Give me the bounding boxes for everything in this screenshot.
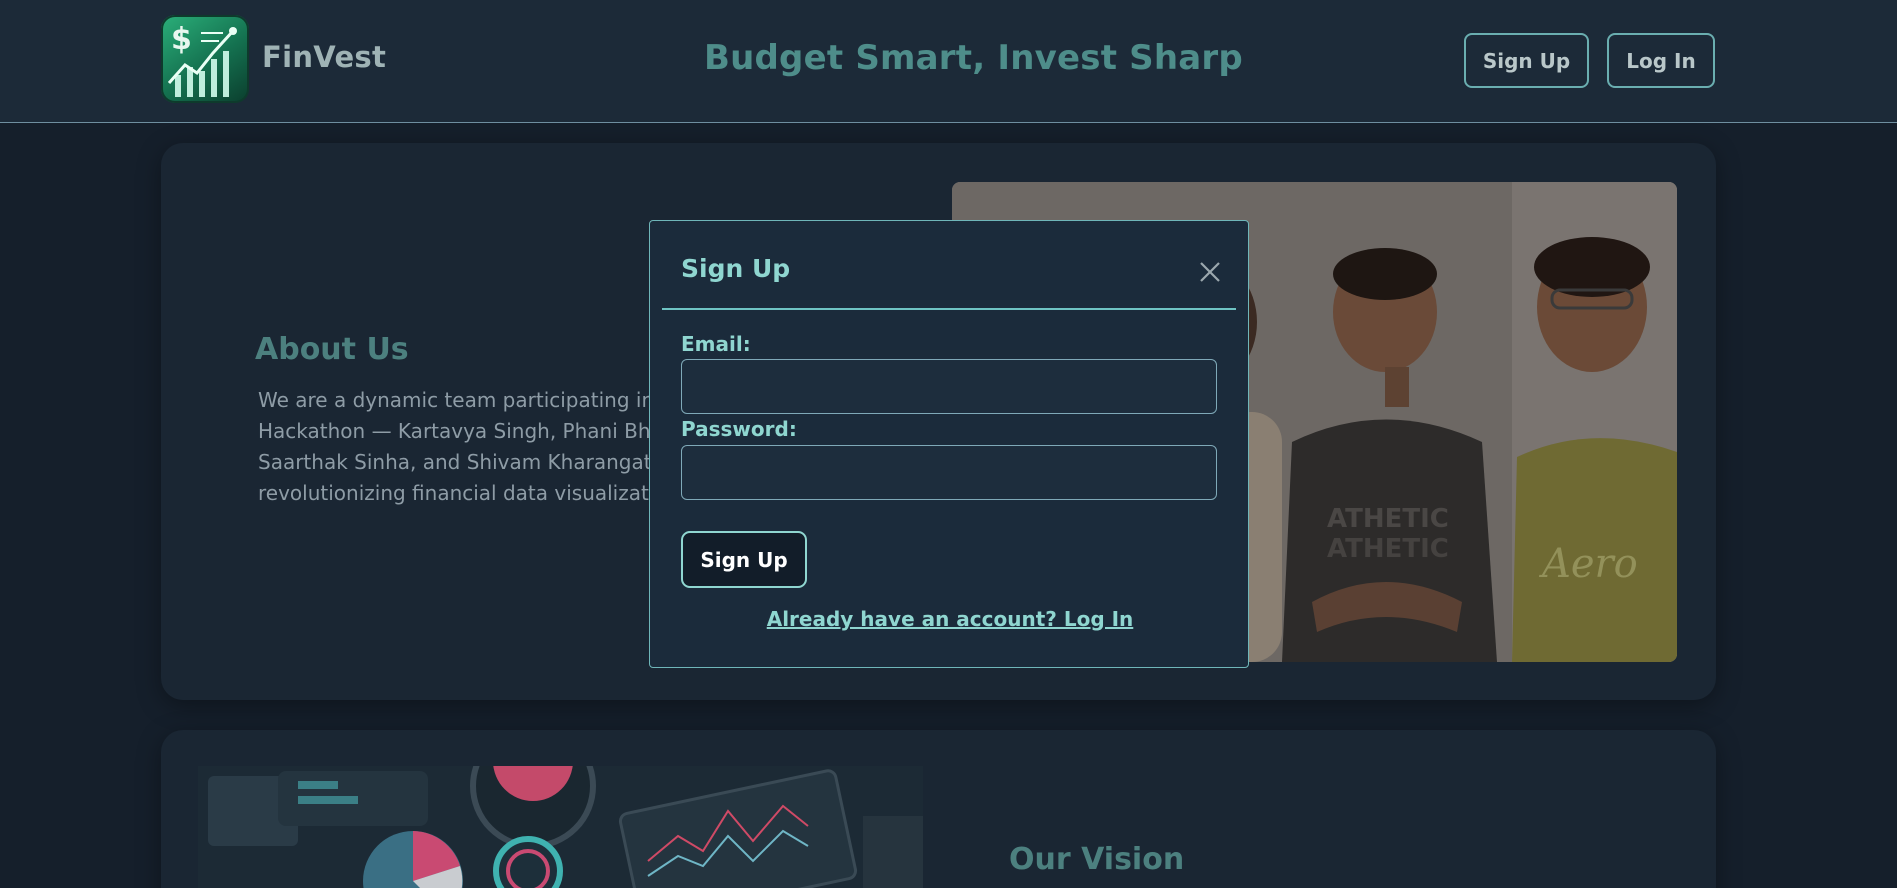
signup-modal: Sign Up Email: Password: Sign Up Already… — [649, 220, 1249, 668]
site-header: $ FinVest Budget Smart, Invest Sharp Sig… — [0, 0, 1897, 123]
modal-divider — [662, 308, 1236, 310]
svg-text:ATHETIC: ATHETIC — [1327, 504, 1449, 534]
about-title: About Us — [255, 332, 409, 367]
close-icon[interactable] — [1196, 258, 1224, 286]
modal-title: Sign Up — [681, 254, 791, 283]
email-label: Email: — [681, 332, 751, 356]
about-text: We are a dynamic team participating in t… — [258, 388, 672, 505]
password-field[interactable] — [681, 445, 1217, 500]
page: $ FinVest Budget Smart, Invest Sharp Sig… — [0, 0, 1897, 888]
vision-illustration — [198, 766, 923, 888]
svg-text:ATHETIC: ATHETIC — [1327, 534, 1449, 564]
header-signup-button[interactable]: Sign Up — [1464, 33, 1589, 88]
email-field[interactable] — [681, 359, 1217, 414]
login-link[interactable]: Already have an account? Log In — [650, 607, 1250, 631]
svg-text:$: $ — [171, 22, 192, 57]
vision-title: Our Vision — [1009, 842, 1185, 877]
finvest-logo-icon[interactable]: $ — [161, 15, 249, 103]
site-tagline: Budget Smart, Invest Sharp — [704, 38, 1243, 78]
svg-text:Aero: Aero — [1538, 541, 1638, 587]
header-login-button[interactable]: Log In — [1607, 33, 1715, 88]
signup-submit-button[interactable]: Sign Up — [681, 531, 807, 588]
brand-name[interactable]: FinVest — [262, 40, 386, 74]
password-label: Password: — [681, 417, 797, 441]
